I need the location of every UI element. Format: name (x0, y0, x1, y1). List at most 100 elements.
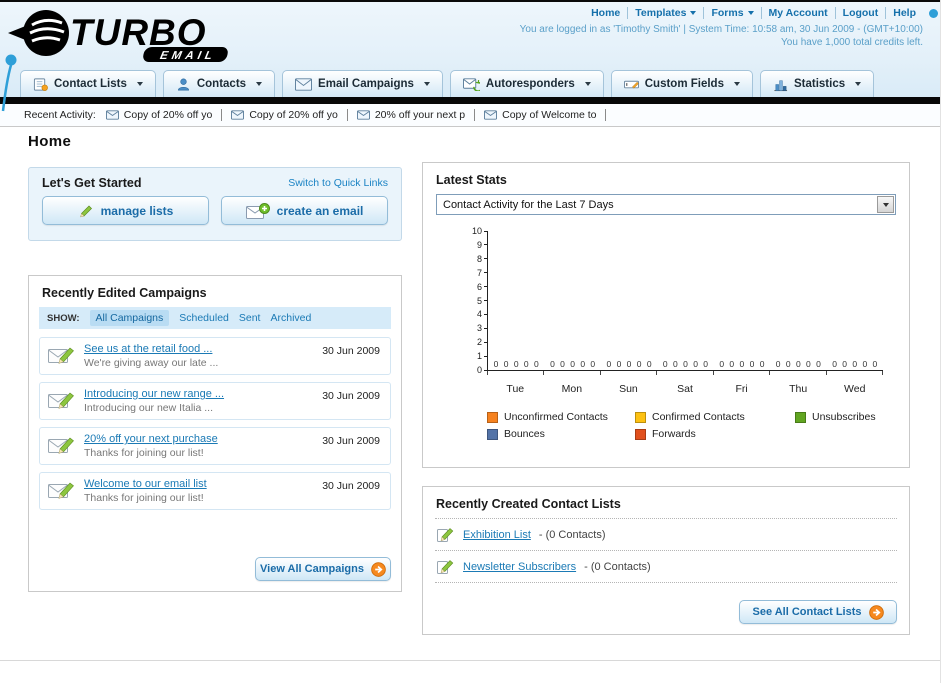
tab-contact-lists[interactable]: Contact Lists (20, 70, 156, 97)
utility-nav: Home Templates Forms My Account Logout H… (584, 7, 923, 19)
x-axis-label: Sun (619, 383, 638, 395)
campaign-row[interactable]: Introducing our new range ... Introducin… (39, 382, 391, 420)
tab-label: Autoresponders (485, 78, 575, 90)
recent-activity-label: Recent Activity: (24, 109, 96, 121)
contact-list-link[interactable]: Exhibition List (463, 529, 531, 541)
pencil-icon (437, 560, 454, 574)
campaigns-panel: Recently Edited Campaigns SHOW: All Camp… (28, 275, 402, 592)
chart-x-ticks (487, 371, 883, 375)
contact-list-item: Exhibition List - (0 Contacts) (423, 519, 909, 550)
nav-link-templates[interactable]: Templates (627, 7, 703, 19)
create-email-button[interactable]: create an email (221, 196, 388, 225)
tab-email-campaigns[interactable]: Email Campaigns (282, 70, 443, 97)
campaign-row[interactable]: Welcome to our email list Thanks for joi… (39, 472, 391, 510)
legend-item: Confirmed Contacts (635, 411, 795, 423)
nav-link-forms[interactable]: Forms (703, 7, 760, 19)
recent-activity-bar: Recent Activity: Copy of 20% off yo Copy… (0, 104, 941, 127)
filter-archived[interactable]: Archived (270, 312, 311, 324)
chart-value-labels: 0 0 0 0 0 (832, 359, 878, 369)
chevron-down-icon (855, 82, 862, 86)
envelope-icon (105, 110, 119, 120)
brand-sub: EMAIL (159, 49, 217, 62)
recent-activity-item: Copy of Welcome to (484, 109, 607, 121)
recent-activity-link[interactable]: Copy of Welcome to (502, 109, 596, 121)
recent-activity-link[interactable]: Copy of 20% off yo (249, 109, 338, 121)
nav-link-home[interactable]: Home (584, 7, 627, 19)
tab-label: Email Campaigns (318, 78, 414, 90)
nav-link-label: Logout (842, 7, 879, 19)
tab-autoresponders[interactable]: Autoresponders (449, 70, 604, 97)
see-all-contact-lists-button[interactable]: See All Contact Lists (739, 600, 897, 624)
select-dropdown-icon[interactable] (877, 196, 894, 213)
edit-envelope-icon (48, 345, 75, 369)
chart-value-labels: 0 0 0 0 0 (662, 359, 709, 369)
brand-name: TURBO (70, 12, 207, 53)
chevron-down-icon (733, 82, 740, 86)
tab-contacts[interactable]: Contacts (162, 70, 276, 97)
contact-lists-title: Recently Created Contact Lists (436, 497, 621, 511)
pencil-icon (437, 528, 454, 542)
arrow-right-icon (868, 604, 884, 620)
tab-custom-fields[interactable]: Custom Fields (610, 70, 753, 97)
recent-activity-item: 20% off your next p (356, 109, 476, 121)
page-bottom-divider (0, 660, 941, 661)
chevron-down-icon (690, 11, 697, 15)
tab-label: Contact Lists (54, 78, 127, 90)
campaign-row[interactable]: 20% off your next purchase Thanks for jo… (39, 427, 391, 465)
create-email-label: create an email (276, 203, 364, 218)
y-axis-tick: 3 (477, 323, 488, 333)
app-logo: TURBO EMAIL (6, 5, 271, 66)
nav-link-label: My Account (768, 7, 828, 19)
contact-list-count: - (0 Contacts) (538, 528, 606, 541)
stats-select-value: Contact Activity for the Last 7 Days (443, 198, 614, 211)
stats-chart: 0 0 0 0 0 0 0 0 0 0 0 0 0 0 0 0 0 0 0 0 0 0 … (449, 226, 891, 401)
latest-stats-panel: Latest Stats Contact Activity for the La… (422, 162, 910, 468)
manage-lists-button[interactable]: manage lists (42, 196, 209, 225)
nav-link-label: Home (591, 7, 621, 19)
x-axis-label: Wed (844, 383, 866, 395)
x-axis-label: Tue (506, 383, 525, 395)
custom-fields-icon (623, 77, 639, 92)
blue-dot-decoration (929, 9, 938, 18)
recent-activity-item: Copy of 20% off yo (105, 109, 223, 121)
recent-activity-link[interactable]: Copy of 20% off yo (124, 109, 213, 121)
contact-lists-panel: Recently Created Contact Lists Exhibitio… (422, 486, 910, 635)
get-started-panel: Let's Get Started Switch to Quick Links … (28, 167, 402, 241)
chevron-down-icon (584, 82, 591, 86)
chart-x-labels: Tue Mon Sun Sat Fri Thu Wed (487, 383, 883, 395)
divider (435, 582, 897, 583)
view-all-campaigns-button[interactable]: View All Campaigns (255, 557, 391, 581)
nav-link-my-account[interactable]: My Account (760, 7, 835, 19)
filter-scheduled[interactable]: Scheduled (179, 312, 229, 324)
campaign-date: 30 Jun 2009 (322, 390, 380, 402)
x-axis-label: Thu (789, 383, 808, 395)
y-axis-tick: 7 (477, 268, 488, 278)
envelope-plus-icon (245, 202, 270, 219)
recent-activity-link[interactable]: 20% off your next p (375, 109, 465, 121)
chevron-down-icon (256, 82, 263, 86)
nav-link-help[interactable]: Help (885, 7, 923, 19)
see-all-contact-lists-label: See All Contact Lists (752, 606, 862, 618)
filter-sent[interactable]: Sent (239, 312, 261, 324)
credits-info: You have 1,000 total credits left. (781, 37, 923, 48)
x-axis-label: Fri (735, 383, 748, 395)
stats-activity-select[interactable]: Contact Activity for the Last 7 Days (436, 194, 896, 215)
edit-envelope-icon (48, 390, 75, 414)
campaign-date: 30 Jun 2009 (322, 435, 380, 447)
campaign-row[interactable]: See us at the retail food ... We're givi… (39, 337, 391, 375)
contact-list-link[interactable]: Newsletter Subscribers (463, 561, 576, 573)
legend-swatch (635, 428, 646, 440)
filter-all-campaigns[interactable]: All Campaigns (89, 310, 170, 326)
tab-label: Contacts (196, 78, 247, 90)
switch-quick-links[interactable]: Switch to Quick Links (288, 177, 388, 189)
nav-link-label: Help (893, 7, 916, 19)
nav-link-label: Forms (711, 7, 744, 19)
y-axis-tick: 5 (477, 296, 488, 306)
nav-link-logout[interactable]: Logout (834, 7, 886, 19)
chart-value-labels: 0 0 0 0 0 (550, 359, 596, 369)
tab-statistics[interactable]: Statistics (759, 70, 875, 97)
contact-lists-icon (33, 77, 48, 92)
y-axis-tick: 8 (477, 254, 488, 264)
edit-envelope-icon (48, 435, 75, 459)
legend-label: Forwards (652, 428, 696, 440)
